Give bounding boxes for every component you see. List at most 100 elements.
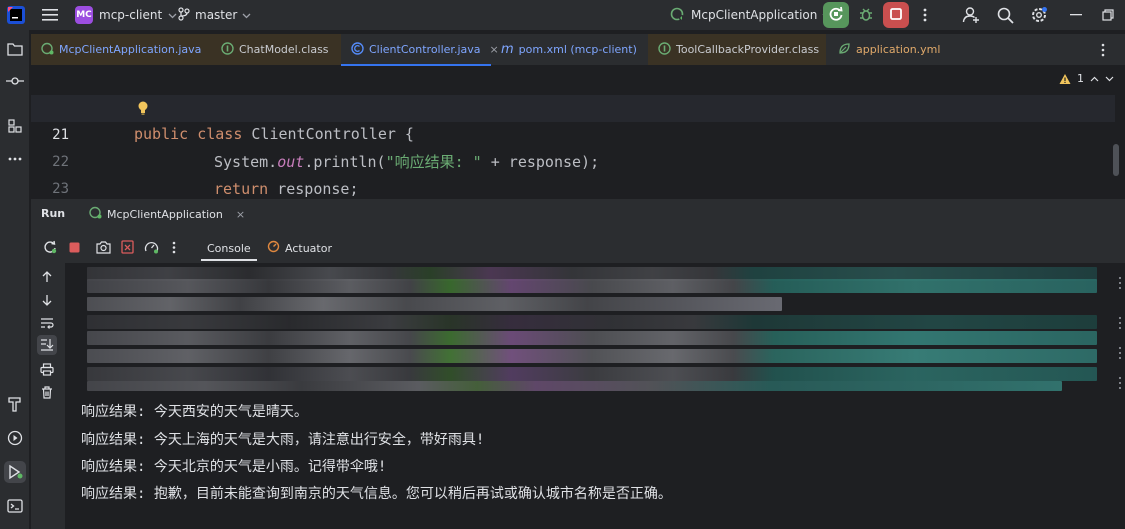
tab-clientcontroller[interactable]: ClientController.java ×: [341, 34, 499, 66]
camera-icon[interactable]: [93, 237, 113, 257]
lightbulb-icon[interactable]: [136, 100, 150, 116]
terminal-icon[interactable]: [4, 495, 26, 517]
tabs-more-icon[interactable]: [1093, 40, 1113, 60]
spring-app-icon: [89, 206, 102, 222]
tab-actuator[interactable]: Actuator: [261, 237, 338, 259]
branch-name: master: [195, 8, 238, 22]
class-icon: [351, 41, 364, 58]
rerun-button[interactable]: [823, 2, 849, 28]
run-panel-title: Run: [41, 207, 66, 220]
tab-label: ChatModel.class: [239, 43, 329, 56]
run-toolbar: Console Actuator: [31, 235, 1125, 261]
run-tool-icon[interactable]: [4, 461, 26, 483]
chevron-down-icon: [168, 8, 177, 22]
project-folder-icon[interactable]: [4, 38, 26, 60]
console-output-line: 响应结果: 今天北京的天气是小雨。记得带伞哦!: [81, 459, 387, 475]
blurred-log-line: [87, 279, 1097, 293]
tab-label: application.yml: [856, 43, 941, 56]
services-icon[interactable]: [4, 427, 26, 449]
code-line-current[interactable]: 21 System.out.println("响应结果: " + respons…: [31, 95, 1115, 171]
chevron-down-icon[interactable]: [1105, 72, 1114, 85]
tab-label: ToolCallbackProvider.class: [676, 43, 820, 56]
scroll-to-end-icon[interactable]: [37, 335, 57, 355]
warning-count: 1: [1077, 72, 1084, 85]
maven-icon: m: [501, 42, 514, 57]
console-output[interactable]: 响应结果: 今天西安的天气是晴天。 响应结果: 今天上海的天气是大雨，请注意出行…: [65, 263, 1125, 529]
commit-icon[interactable]: [4, 70, 26, 92]
exit-icon[interactable]: [117, 237, 137, 257]
project-name: mcp-client: [99, 8, 163, 22]
more-icon[interactable]: [1117, 276, 1123, 290]
structure-icon[interactable]: [4, 115, 26, 137]
hamburger-icon[interactable]: [40, 6, 60, 24]
more-icon[interactable]: [915, 5, 935, 25]
restore-icon[interactable]: [1098, 5, 1118, 25]
code-line[interactable]: 10 public class ClientController {: [31, 67, 1115, 143]
code-editor[interactable]: 10 public class ClientController { 21 Sy…: [31, 66, 1125, 198]
subtab-label: Actuator: [285, 241, 332, 255]
warning-icon: [1059, 73, 1071, 85]
stop-button[interactable]: [883, 2, 909, 28]
profiler-icon[interactable]: [141, 237, 161, 257]
tab-mcpclientapplication[interactable]: McpClientApplication.java: [31, 34, 211, 65]
run-tab-mcpclientapplication[interactable]: McpClientApplication ×: [85, 203, 249, 225]
tab-label: McpClientApplication.java: [59, 43, 202, 56]
tab-label: pom.xml (mcp-client): [518, 43, 637, 56]
run-config-name: McpClientApplication: [691, 8, 818, 22]
debug-button[interactable]: [855, 4, 877, 26]
blurred-log-line: [87, 315, 1097, 329]
tab-console[interactable]: Console: [201, 237, 257, 261]
more-tools-icon[interactable]: [4, 148, 26, 170]
close-icon[interactable]: ×: [236, 208, 245, 221]
project-badge: MC: [75, 6, 93, 24]
yaml-leaf-icon: [838, 42, 851, 58]
arrow-down-icon[interactable]: [37, 290, 57, 310]
stop-icon[interactable]: [64, 237, 84, 257]
blurred-log-line: [87, 349, 1097, 363]
left-tool-strip: [0, 30, 30, 529]
app-logo-icon[interactable]: [6, 5, 26, 25]
more-icon[interactable]: [1117, 346, 1123, 360]
gear-icon[interactable]: [1028, 4, 1050, 26]
interface-icon: [221, 41, 234, 58]
branch-selector[interactable]: master: [178, 5, 251, 25]
tab-toolcallbackprovider[interactable]: ToolCallbackProvider.class: [648, 34, 826, 65]
editor-scrollbar[interactable]: [1113, 144, 1119, 176]
chevron-down-icon: [242, 8, 251, 22]
tab-application-yml[interactable]: application.yml: [828, 34, 968, 65]
code-line[interactable]: 23 }: [31, 149, 1115, 197]
title-bar: MC mcp-client master McpClientApplicatio…: [0, 0, 1125, 30]
build-hammer-icon[interactable]: [4, 393, 26, 415]
tab-pom-xml[interactable]: m pom.xml (mcp-client): [491, 34, 646, 65]
chevron-up-icon[interactable]: [1090, 72, 1099, 85]
debug-icon: [858, 6, 874, 25]
actuator-icon: [267, 240, 280, 256]
trash-icon[interactable]: [37, 382, 57, 402]
console-output-line: 响应结果: 今天上海的天气是大雨，请注意出行安全，带好雨具!: [81, 432, 485, 448]
arrow-up-icon[interactable]: [37, 267, 57, 287]
rerun-icon: [828, 6, 844, 25]
tab-label: ClientController.java: [369, 43, 481, 56]
more-icon[interactable]: [1117, 316, 1123, 330]
soft-wrap-icon[interactable]: [37, 313, 57, 333]
run-config-selector[interactable]: McpClientApplication: [670, 5, 831, 25]
minimize-icon[interactable]: [1066, 5, 1086, 25]
print-icon[interactable]: [37, 359, 57, 379]
search-icon[interactable]: [994, 4, 1016, 26]
more-icon[interactable]: [164, 237, 184, 257]
tab-chatmodel[interactable]: ChatModel.class: [211, 34, 341, 65]
inspection-widget[interactable]: 1: [1059, 72, 1114, 85]
code-line[interactable]: 22 return response;: [31, 122, 1115, 198]
blurred-log-line: [87, 367, 1097, 381]
more-icon[interactable]: [1117, 376, 1123, 390]
console-side-tools: [31, 263, 65, 529]
code-line[interactable]: 24: [31, 176, 1115, 198]
rerun-icon[interactable]: [40, 237, 60, 257]
console-output-line: 响应结果: 今天西安的天气是晴天。: [81, 404, 308, 420]
add-user-icon[interactable]: [960, 4, 982, 26]
spring-class-icon: [41, 42, 54, 58]
subtab-label: Console: [207, 241, 251, 255]
project-selector[interactable]: MC mcp-client: [75, 5, 177, 25]
blurred-log-line: [87, 297, 782, 311]
blurred-log-line: [87, 381, 1062, 391]
